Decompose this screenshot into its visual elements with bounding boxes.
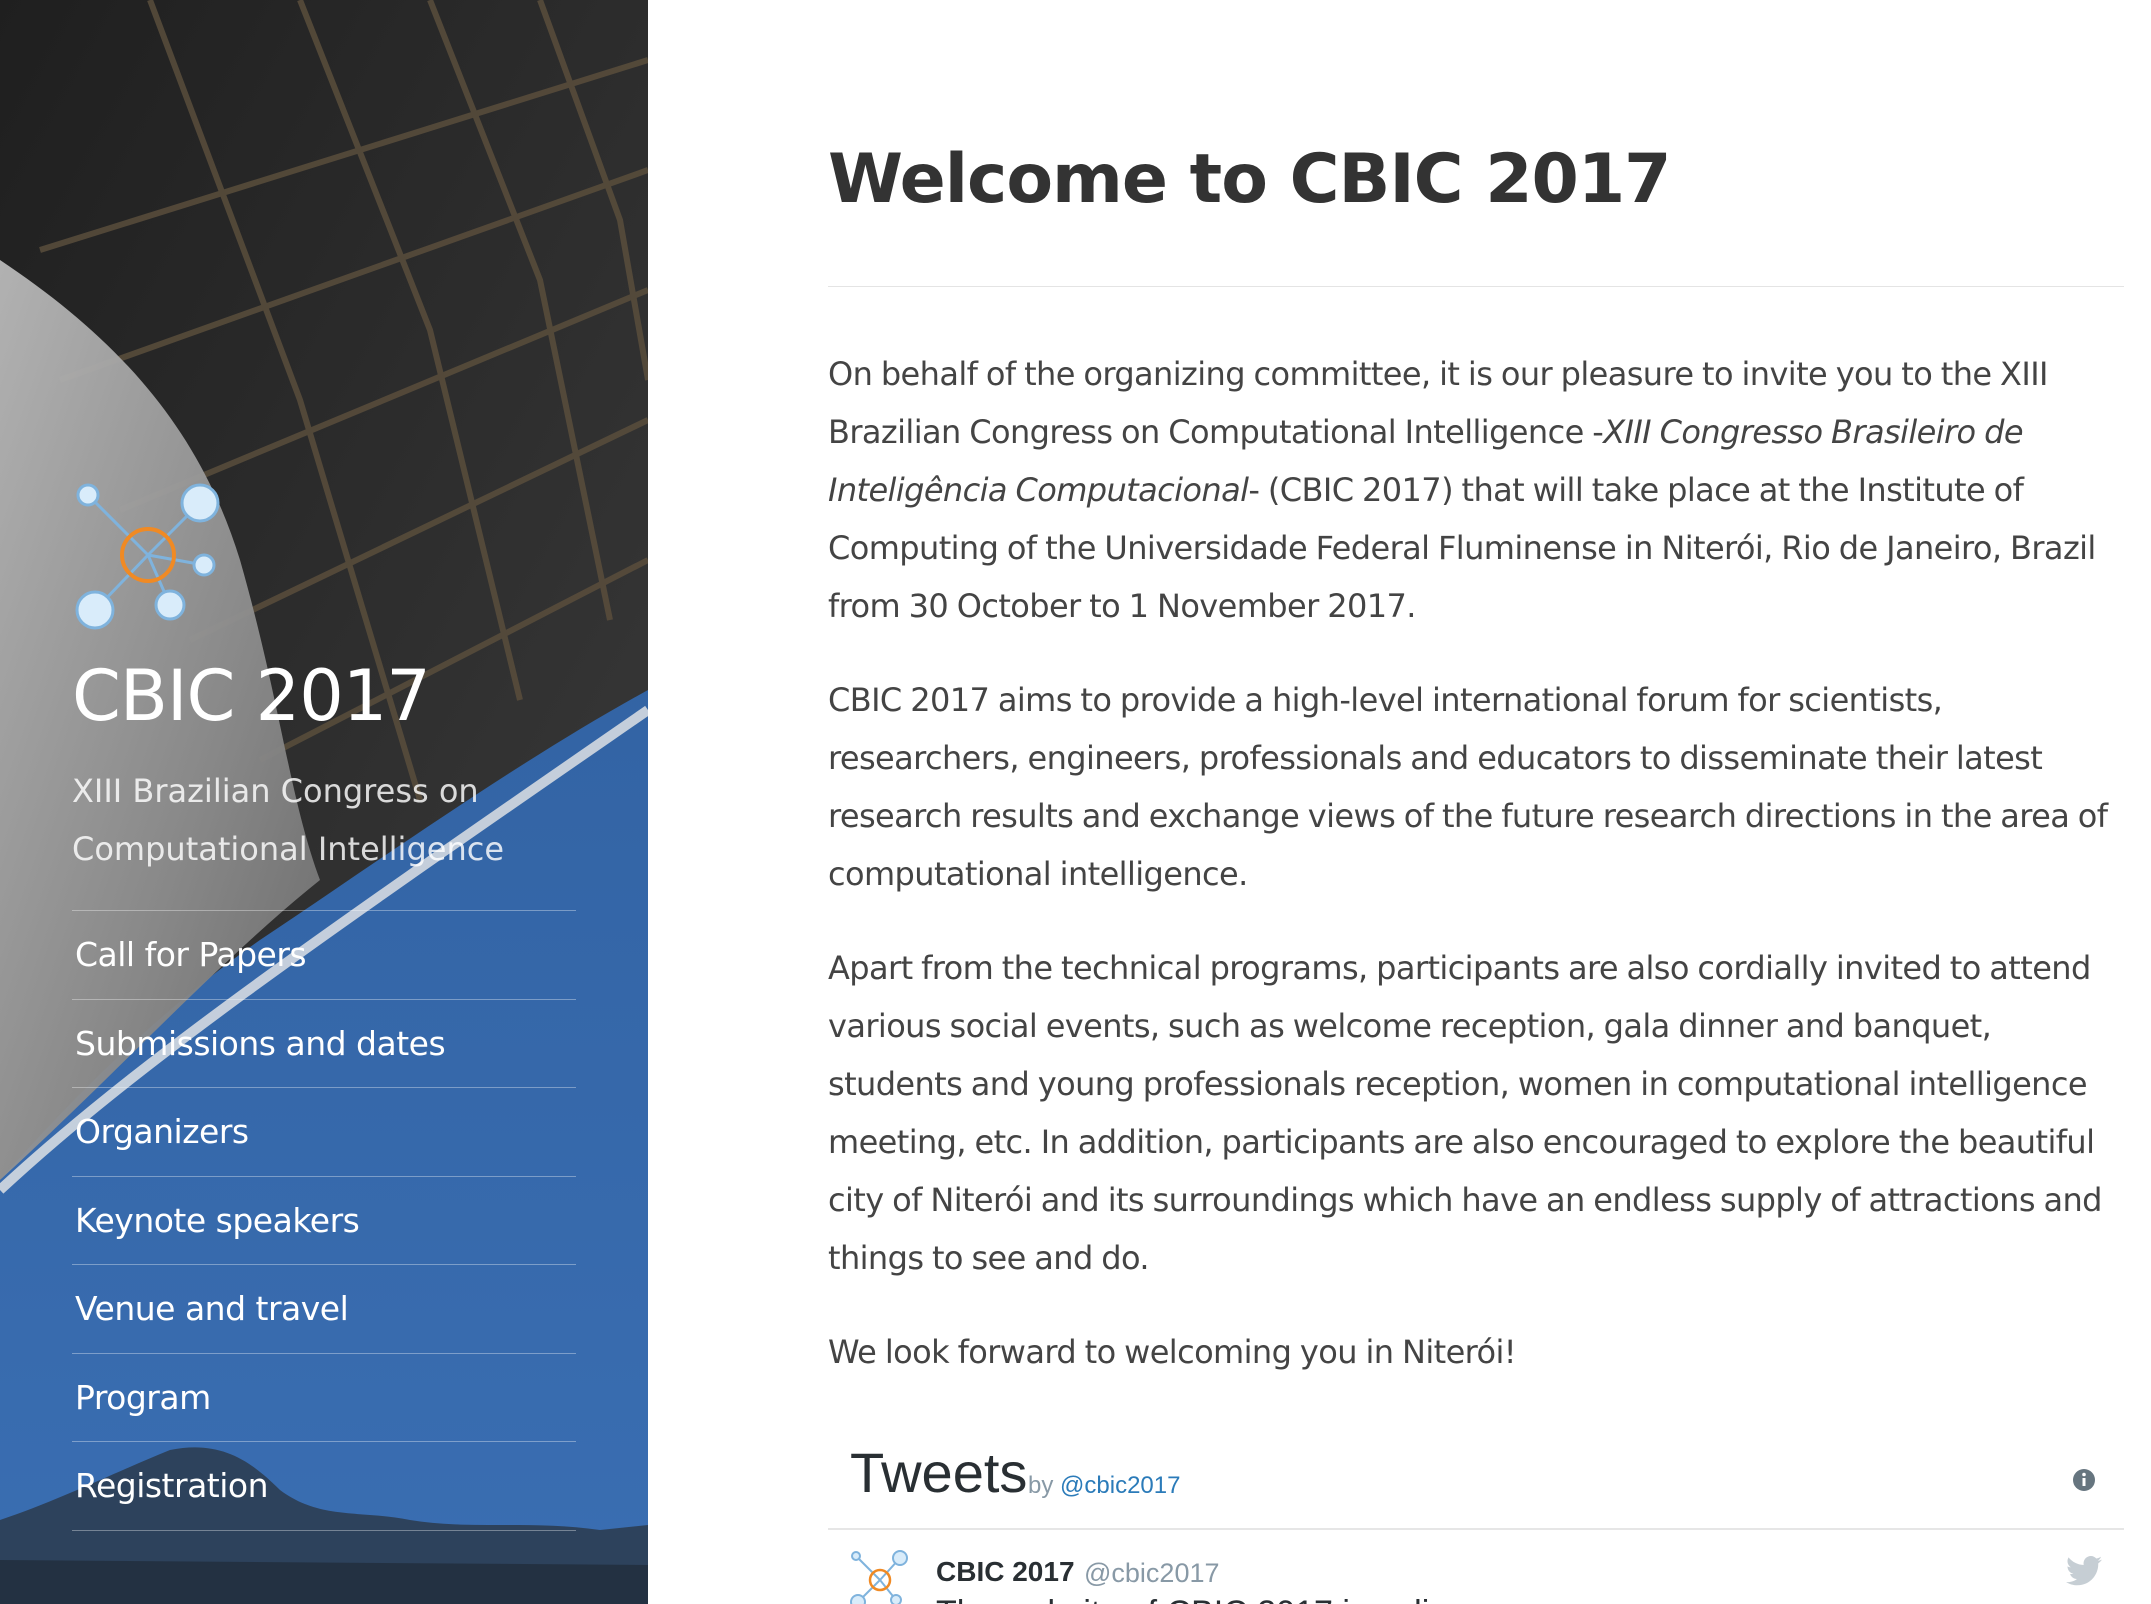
tweet-text: The website of CBIC 2017 is online xyxy=(936,1594,1467,1604)
sidebar: CBIC 2017 XIII Brazilian Congress on Com… xyxy=(0,0,648,1604)
site-subtitle: XIII Brazilian Congress on Computational… xyxy=(72,772,504,868)
tweets-header: Tweets by @cbic2017 xyxy=(828,1430,2124,1530)
nav-item-organizers[interactable]: Organizers xyxy=(72,1088,576,1177)
nav-item-call-for-papers[interactable]: Call for Papers xyxy=(72,911,576,1000)
social-events-paragraph: Apart from the technical programs, parti… xyxy=(828,949,2102,1277)
closing-paragraph: We look forward to welcoming you in Nite… xyxy=(828,1333,1517,1371)
tweet-author-handle[interactable]: @cbic2017 xyxy=(1084,1558,1220,1589)
nav-item-venue-and-travel[interactable]: Venue and travel xyxy=(72,1265,576,1354)
sidebar-nav: Call for Papers Submissions and dates Or… xyxy=(72,910,576,1531)
tweet-author-name[interactable]: CBIC 2017 xyxy=(936,1556,1075,1588)
sidebar-content: CBIC 2017 XIII Brazilian Congress on Com… xyxy=(0,0,648,1604)
nav-item-registration[interactable]: Registration xyxy=(72,1442,576,1531)
nav-item-program[interactable]: Program xyxy=(72,1354,576,1442)
tweets-by-line: by @cbic2017 xyxy=(1028,1472,1180,1500)
tweet-item[interactable]: CBIC 2017 @cbic2017 The website of CBIC … xyxy=(828,1534,2124,1604)
welcome-text: On behalf of the organizing committee, i… xyxy=(828,345,2124,1417)
page-title: Welcome to CBIC 2017 xyxy=(828,140,1671,219)
twitter-bird-icon[interactable] xyxy=(2066,1556,2102,1586)
nav-item-submissions-and-dates[interactable]: Submissions and dates xyxy=(72,1000,576,1088)
twitter-timeline-widget: Tweets by @cbic2017 CBIC 2017 @cbic2017 xyxy=(828,1430,2124,1604)
aims-paragraph: CBIC 2017 aims to provide a high-level i… xyxy=(828,681,2108,893)
site-title[interactable]: CBIC 2017 xyxy=(72,655,431,737)
tweets-title: Tweets xyxy=(850,1441,1028,1504)
cbic-logo-icon[interactable] xyxy=(70,475,230,635)
tweets-by-handle-link[interactable]: @cbic2017 xyxy=(1060,1472,1180,1499)
nav-item-keynote-speakers[interactable]: Keynote speakers xyxy=(72,1177,576,1265)
main-content: Welcome to CBIC 2017 On behalf of the or… xyxy=(828,0,2124,1604)
intro-paragraph: On behalf of the organizing committee, i… xyxy=(828,345,2124,635)
info-icon[interactable] xyxy=(2072,1468,2096,1492)
tweets-by-prefix: by xyxy=(1028,1472,1054,1499)
title-divider xyxy=(828,286,2124,287)
tweet-avatar[interactable] xyxy=(850,1550,910,1604)
